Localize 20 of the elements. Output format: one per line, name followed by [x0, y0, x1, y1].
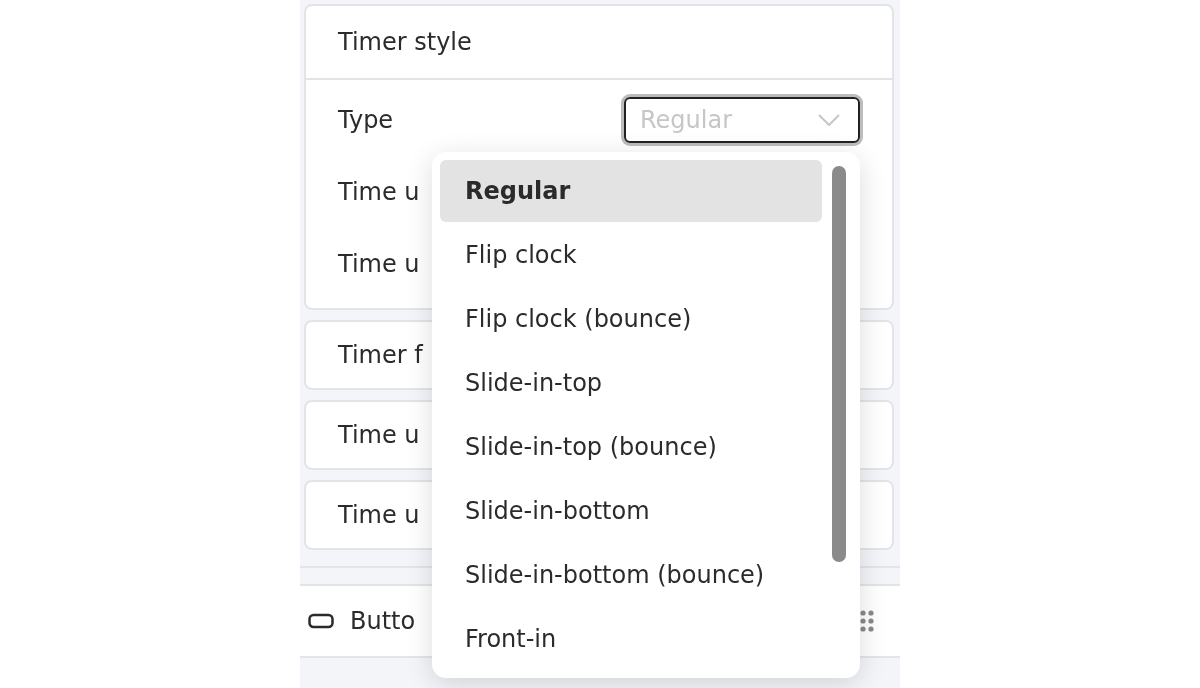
setting-label: Type: [338, 106, 394, 134]
section-title: Time u: [338, 501, 420, 529]
block-label: Butto: [350, 607, 417, 635]
button-shape-icon: [308, 613, 334, 629]
dropdown-option[interactable]: Flip clock: [440, 224, 822, 286]
scrollbar-thumb[interactable]: [832, 166, 846, 562]
dropdown-option[interactable]: Front-in: [440, 608, 822, 670]
dropdown-option[interactable]: Flip clock (bounce): [440, 288, 822, 350]
dropdown-option[interactable]: Slide-in-top: [440, 352, 822, 414]
drag-handle-icon[interactable]: [860, 610, 874, 632]
setting-label: Time u: [338, 250, 420, 278]
dropdown-option[interactable]: Slide-in-top (bounce): [440, 416, 822, 478]
dropdown-option[interactable]: Slide-in-bottom (bounce): [440, 544, 822, 606]
section-title: Timer f: [338, 341, 423, 369]
section-title: Timer style: [338, 28, 472, 56]
setting-label: Time u: [338, 178, 420, 206]
chevron-down-icon: [818, 114, 840, 126]
dropdown-option[interactable]: Slide-in-bottom: [440, 480, 822, 542]
dropdown-option[interactable]: Regular: [440, 160, 822, 222]
section-title: Time u: [338, 421, 420, 449]
